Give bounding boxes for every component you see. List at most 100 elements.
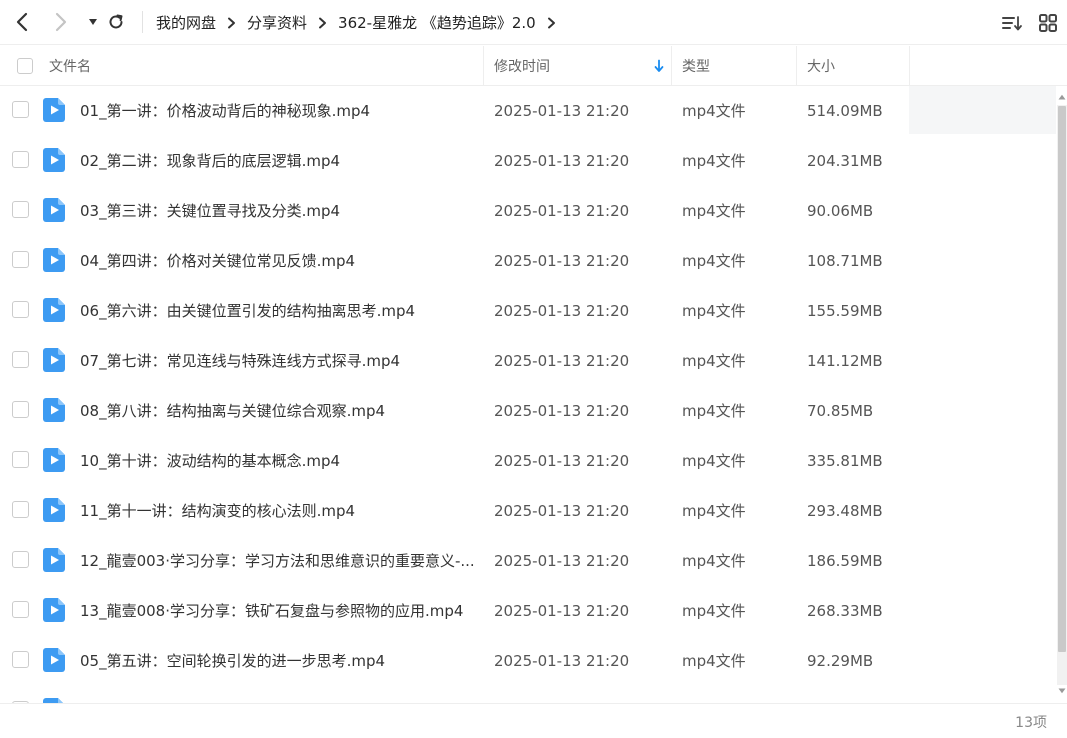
scroll-down-arrow-icon[interactable] <box>1057 685 1067 697</box>
file-type: mp4文件 <box>682 602 746 620</box>
scrollbar-thumb[interactable] <box>1058 106 1066 652</box>
column-divider[interactable] <box>671 46 672 86</box>
file-modified-time: 2025-01-13 21:20 <box>494 352 630 370</box>
table-row[interactable]: 07_第七讲：常见连线与特殊连线方式探寻.mp4 2025-01-13 21:20… <box>0 336 1056 386</box>
row-checkbox[interactable] <box>12 451 29 468</box>
file-size: 186.59MB <box>807 552 883 570</box>
breadcrumb-item-my-drive[interactable]: 我的网盘 <box>156 12 216 33</box>
file-size: 90.06MB <box>807 202 874 220</box>
chevron-left-icon[interactable] <box>9 10 35 34</box>
file-size: 141.12MB <box>807 352 883 370</box>
column-divider[interactable] <box>796 46 797 86</box>
table-row[interactable]: 13_龍壹008·学习分享：铁矿石复盘与参照物的应用.mp4 2025-01-13… <box>0 586 1056 636</box>
file-size: 92.29MB <box>807 652 874 670</box>
file-modified-time: 2025-01-13 21:20 <box>494 102 630 120</box>
sort-descending-icon[interactable] <box>652 58 666 74</box>
sort-list-icon[interactable] <box>1001 12 1023 34</box>
toolbar-divider <box>142 11 143 33</box>
refresh-icon[interactable] <box>103 10 129 34</box>
column-header-mtime[interactable]: 修改时间 <box>494 46 664 86</box>
top-navigation-bar: 我的网盘 分享资料 362-星雅龙 《趋势追踪》2.0 <box>0 0 1067 45</box>
video-file-icon <box>43 348 65 372</box>
video-file-icon <box>43 298 65 322</box>
file-type: mp4文件 <box>682 152 746 170</box>
row-hover-highlight <box>909 86 1056 134</box>
breadcrumb-item-current-folder[interactable]: 362-星雅龙 《趋势追踪》2.0 <box>338 12 536 33</box>
breadcrumb-item-shared[interactable]: 分享资料 <box>247 12 307 33</box>
table-row[interactable]: 06_第六讲：由关键位置引发的结构抽离思考.mp4 2025-01-13 21:2… <box>0 286 1056 336</box>
file-name: 07_第七讲：常见连线与特殊连线方式探寻.mp4 <box>80 352 401 370</box>
row-checkbox[interactable] <box>12 101 29 118</box>
column-header-size[interactable]: 大小 <box>807 46 907 86</box>
file-name: 11_第十一讲：结构演变的核心法则.mp4 <box>80 502 356 520</box>
file-size: 155.59MB <box>807 302 883 320</box>
row-checkbox[interactable] <box>12 351 29 368</box>
video-file-icon <box>43 98 65 122</box>
table-row[interactable]: 08_第八讲：结构抽离与关键位综合观察.mp4 2025-01-13 21:20 m… <box>0 386 1056 436</box>
file-modified-time: 2025-01-13 21:20 <box>494 202 630 220</box>
file-type: mp4文件 <box>682 402 746 420</box>
chevron-right-icon[interactable] <box>48 10 74 34</box>
file-size: 268.33MB <box>807 602 883 620</box>
table-row[interactable]: 02_第二讲：现象背后的底层逻辑.mp4 2025-01-13 21:20 mp4文… <box>0 136 1056 186</box>
file-list: 01_第一讲：价格波动背后的神秘现象.mp4 2025-01-13 21:20 mp… <box>0 86 1056 703</box>
column-header-type[interactable]: 类型 <box>682 46 792 86</box>
file-type: mp4文件 <box>682 302 746 320</box>
file-modified-time: 2025-01-13 21:20 <box>494 602 630 620</box>
file-modified-time: 2025-01-13 21:20 <box>494 152 630 170</box>
select-all-checkbox[interactable] <box>17 58 33 74</box>
table-row[interactable]: 04_第四讲：价格对关键位常见反馈.mp4 2025-01-13 21:20 mp4… <box>0 236 1056 286</box>
file-type: mp4文件 <box>682 552 746 570</box>
file-size: 514.09MB <box>807 102 883 120</box>
table-row[interactable] <box>0 686 1056 703</box>
file-name: 10_第十讲：波动结构的基本概念.mp4 <box>80 452 341 470</box>
row-checkbox[interactable] <box>12 301 29 318</box>
table-row[interactable]: 12_龍壹003·学习分享：学习方法和思维意识的重要意义-... 2025-01-… <box>0 536 1056 586</box>
breadcrumb: 我的网盘 分享资料 362-星雅龙 《趋势追踪》2.0 <box>156 0 567 45</box>
row-checkbox[interactable] <box>12 651 29 668</box>
file-size: 293.48MB <box>807 502 883 520</box>
table-row[interactable]: 10_第十讲：波动结构的基本概念.mp4 2025-01-13 21:20 mp4文… <box>0 436 1056 486</box>
table-row[interactable]: 11_第十一讲：结构演变的核心法则.mp4 2025-01-13 21:20 mp4… <box>0 486 1056 536</box>
row-checkbox[interactable] <box>12 401 29 418</box>
file-modified-time: 2025-01-13 21:20 <box>494 302 630 320</box>
column-divider[interactable] <box>909 46 910 86</box>
file-type: mp4文件 <box>682 102 746 120</box>
file-size: 335.81MB <box>807 452 883 470</box>
file-type: mp4文件 <box>682 452 746 470</box>
video-file-icon <box>43 598 65 622</box>
column-header-name[interactable]: 文件名 <box>49 46 479 86</box>
file-type: mp4文件 <box>682 502 746 520</box>
video-file-icon <box>43 198 65 222</box>
video-file-icon <box>43 648 65 672</box>
video-file-icon <box>43 148 65 172</box>
row-checkbox[interactable] <box>12 251 29 268</box>
file-size: 70.85MB <box>807 402 874 420</box>
scroll-up-arrow-icon[interactable] <box>1057 91 1067 103</box>
chevron-right-icon[interactable] <box>547 17 556 29</box>
table-row[interactable]: 03_第三讲：关键位置寻找及分类.mp4 2025-01-13 21:20 mp4文… <box>0 186 1056 236</box>
file-modified-time: 2025-01-13 21:20 <box>494 552 630 570</box>
column-divider[interactable] <box>483 46 484 86</box>
row-checkbox[interactable] <box>12 501 29 518</box>
file-name: 01_第一讲：价格波动背后的神秘现象.mp4 <box>80 102 371 120</box>
file-modified-time: 2025-01-13 21:20 <box>494 402 630 420</box>
row-checkbox[interactable] <box>12 201 29 218</box>
file-name: 03_第三讲：关键位置寻找及分类.mp4 <box>80 202 341 220</box>
table-row[interactable]: 05_第五讲：空间轮换引发的进一步思考.mp4 2025-01-13 21:20 m… <box>0 636 1056 686</box>
file-name: 08_第八讲：结构抽离与关键位综合观察.mp4 <box>80 402 386 420</box>
column-header: 文件名 修改时间 类型 大小 <box>0 46 1067 86</box>
row-checkbox[interactable] <box>12 551 29 568</box>
table-row[interactable]: 01_第一讲：价格波动背后的神秘现象.mp4 2025-01-13 21:20 mp… <box>0 86 1056 136</box>
grid-view-icon[interactable] <box>1037 12 1059 34</box>
file-type: mp4文件 <box>682 252 746 270</box>
video-file-icon <box>43 248 65 272</box>
file-name: 05_第五讲：空间轮换引发的进一步思考.mp4 <box>80 652 386 670</box>
file-name: 13_龍壹008·学习分享：铁矿石复盘与参照物的应用.mp4 <box>80 602 464 620</box>
video-file-icon <box>43 548 65 572</box>
item-count: 13项 <box>1015 715 1047 731</box>
row-checkbox[interactable] <box>12 151 29 168</box>
row-checkbox[interactable] <box>12 601 29 618</box>
file-type: mp4文件 <box>682 202 746 220</box>
status-bar: 13项 <box>0 703 1067 738</box>
